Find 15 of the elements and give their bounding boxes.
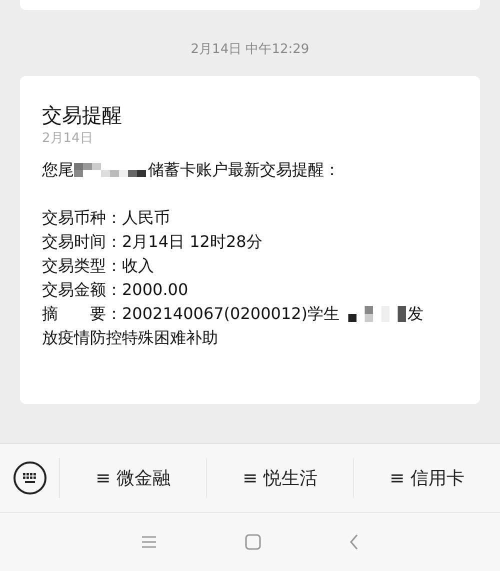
detail-text: 交易类型：收入 bbox=[42, 255, 154, 277]
detail-text: 交易币种：人民币 bbox=[42, 207, 170, 229]
timestamp: 2月14日 中午12:29 bbox=[190, 42, 310, 57]
detail-text: 放疫情防控特殊困难补助 bbox=[42, 327, 218, 349]
detail-text: 交易时间：2月14日 12时28分 bbox=[42, 231, 262, 253]
menu-item[interactable]: ≡ 信用卡 bbox=[384, 462, 470, 494]
detail-text: 摘 要：2002140067(0200012)学生 bbox=[42, 303, 340, 325]
detail-text: 发 bbox=[408, 303, 424, 325]
detail-text: 交易金额：2000.00 bbox=[42, 279, 188, 301]
message-text: 储蓄卡账户最新交易提醒： bbox=[148, 159, 340, 181]
menu-item[interactable]: ≡ 微金融 bbox=[90, 462, 176, 494]
message-text: 您尾 bbox=[42, 159, 74, 181]
message-date: 2月14日 bbox=[42, 130, 94, 148]
message-title: 交易提醒 bbox=[42, 102, 123, 128]
menu-item[interactable]: ≡ 悦生活 bbox=[236, 462, 324, 494]
